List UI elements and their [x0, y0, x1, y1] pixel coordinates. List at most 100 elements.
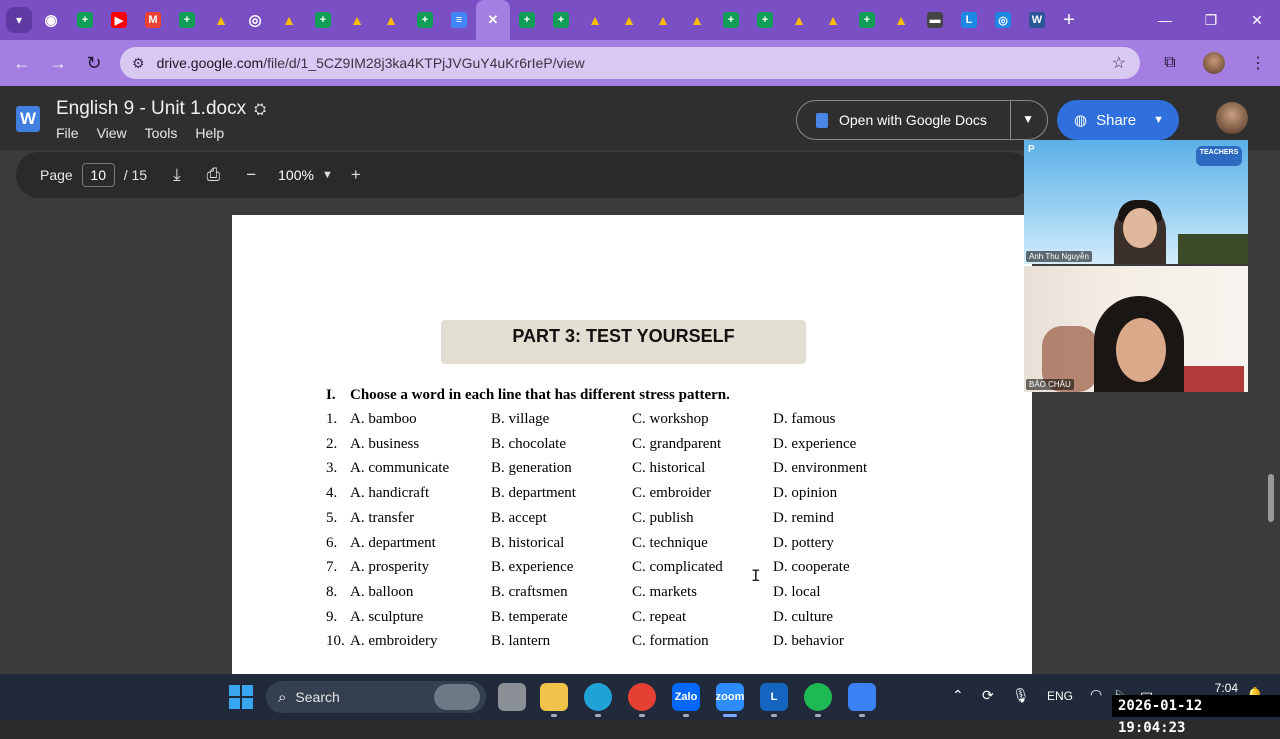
zoom-out-icon[interactable]: −	[246, 165, 256, 185]
browser-tab[interactable]: ▲	[374, 0, 408, 40]
window-close-icon[interactable]: ✕	[1234, 0, 1280, 40]
sheets-icon: +	[519, 12, 535, 28]
restore-icon[interactable]: ❐	[1188, 0, 1234, 40]
browser-tab[interactable]: ▲	[680, 0, 714, 40]
forward-icon[interactable]: →	[40, 45, 76, 81]
browser-tab[interactable]: +	[748, 0, 782, 40]
menu-help[interactable]: Help	[195, 125, 224, 141]
browser-tab[interactable]: ▲	[340, 0, 374, 40]
tab-strip: ▾ ◉ + ▶ M + ▲ ◎ ▲ + ▲ ▲ + ≡ ✕ + + ▲ ▲ ▲ ▲ + + ▲ ▲ + ▲ ▬ L ◎ W + — ❐ ✕	[0, 0, 1280, 40]
browser-tab[interactable]: M	[136, 0, 170, 40]
answer-option: A. business	[350, 435, 420, 452]
browser-tab[interactable]: +	[510, 0, 544, 40]
page-label: Page	[40, 167, 73, 183]
menu-kebab-icon[interactable]: ⋮	[1236, 53, 1280, 73]
browser-tab[interactable]: +	[714, 0, 748, 40]
browser-tab[interactable]: L	[952, 0, 986, 40]
bookmark-star-icon[interactable]: ☆	[1112, 53, 1126, 73]
open-with-dropdown-icon[interactable]: ▼	[1022, 112, 1034, 126]
slides-icon: ▬	[927, 12, 943, 28]
edge-icon[interactable]	[584, 683, 612, 711]
print-icon[interactable]: ⎙	[207, 165, 221, 185]
windows-start-icon[interactable]	[229, 685, 253, 709]
browser-tab[interactable]: ◉	[34, 0, 68, 40]
sheets-icon: +	[859, 12, 875, 28]
browser-tab[interactable]: +	[408, 0, 442, 40]
shared-drive-icon: ⛭	[254, 101, 267, 118]
answer-option: D. famous	[773, 411, 836, 427]
browser-tab[interactable]: ▲	[782, 0, 816, 40]
scrollbar-thumb[interactable]	[1268, 474, 1274, 522]
minimize-icon[interactable]: —	[1142, 0, 1188, 40]
browser-tab[interactable]: ▲	[646, 0, 680, 40]
browser-tab[interactable]: ◎	[986, 0, 1020, 40]
l-app-icon[interactable]: L	[760, 683, 788, 711]
zoom-level[interactable]: 100%	[278, 167, 314, 183]
download-icon[interactable]: ⤓	[173, 165, 181, 185]
tab-search-icon[interactable]: ▾	[6, 7, 32, 33]
answer-option: B. craftsmen	[491, 583, 568, 600]
answer-option: B. experience	[491, 559, 574, 576]
browser-tab[interactable]: +	[850, 0, 884, 40]
language-indicator[interactable]: ENG	[1047, 689, 1073, 703]
browser-tab[interactable]: ▲	[204, 0, 238, 40]
wifi-icon[interactable]: ◠	[1090, 686, 1102, 703]
open-with-button[interactable]: Open with Google Docs ▼	[796, 100, 1048, 140]
browser-tab[interactable]: ▲	[612, 0, 646, 40]
browser-tab[interactable]: ▬	[918, 0, 952, 40]
document-page: PART 3: TEST YOURSELF I. Choose a word in…	[232, 215, 1032, 674]
toolbar-right: ⧉ ⋮	[1148, 40, 1280, 86]
back-icon[interactable]: ←	[4, 45, 40, 81]
taskview-icon[interactable]	[498, 683, 526, 711]
zoom-icon[interactable]: zoom	[716, 683, 744, 711]
chrome-icon[interactable]	[628, 683, 656, 711]
zalo-icon[interactable]: Zalo	[672, 683, 700, 711]
drive-icon: ▲	[588, 12, 602, 28]
browser-tab[interactable]: +	[306, 0, 340, 40]
browser-tab[interactable]: ≡	[442, 0, 476, 40]
page-number-input[interactable]: 10	[81, 163, 115, 187]
browser-tab[interactable]: ▲	[816, 0, 850, 40]
toolbar: ← → ↻ ⚙ drive.google.com/file/d/1_5CZ9IM…	[0, 40, 1280, 86]
browser-tab[interactable]: +	[544, 0, 578, 40]
drive-icon: ▲	[214, 12, 228, 28]
zoom-dropdown-icon[interactable]: ▼	[322, 169, 333, 181]
browser-tab[interactable]: +	[170, 0, 204, 40]
l-icon: L	[961, 12, 977, 28]
browser-tab[interactable]: ▲	[578, 0, 612, 40]
store-icon[interactable]	[848, 683, 876, 711]
browser-tab[interactable]: ▲	[272, 0, 306, 40]
browser-tab[interactable]: ◎	[238, 0, 272, 40]
browser-tab[interactable]: ✕	[476, 0, 510, 40]
gmail-icon: M	[145, 12, 161, 28]
browser-tab[interactable]: +	[68, 0, 102, 40]
extensions-icon[interactable]: ⧉	[1148, 54, 1192, 72]
sheets-icon: +	[553, 12, 569, 28]
page-toolbar: Page 10 / 15 ⤓ ⎙ − 100% ▼ +	[16, 152, 1032, 198]
share-button[interactable]: ◍ Share ▼	[1057, 100, 1179, 140]
browser-tab[interactable]: ▶	[102, 0, 136, 40]
browser-tab[interactable]: W	[1020, 0, 1054, 40]
file-explorer-icon[interactable]	[540, 683, 568, 711]
sync-icon[interactable]: ⟳	[982, 687, 994, 704]
tray-overflow-icon[interactable]: ⌃	[952, 687, 964, 704]
answer-option: C. formation	[632, 633, 709, 650]
profile-avatar[interactable]	[1192, 52, 1236, 74]
word-file-icon: W	[16, 106, 40, 132]
answer-option: D. pottery	[773, 534, 834, 551]
address-bar[interactable]: ⚙ drive.google.com/file/d/1_5CZ9IM28j3ka…	[120, 47, 1140, 79]
menu-view[interactable]: View	[97, 125, 127, 141]
menu-tools[interactable]: Tools	[145, 125, 178, 141]
taskbar-search[interactable]: ⌕ Search	[266, 681, 486, 713]
mic-icon[interactable]: 🎙	[1012, 687, 1030, 704]
account-avatar[interactable]	[1216, 102, 1248, 134]
new-tab-button[interactable]: +	[1054, 0, 1084, 40]
browser-tab[interactable]: ▲	[884, 0, 918, 40]
share-dropdown-icon[interactable]: ▼	[1153, 114, 1164, 126]
menu-file[interactable]: File	[56, 125, 79, 141]
reload-icon[interactable]: ↻	[76, 45, 112, 81]
site-info-icon[interactable]: ⚙	[132, 55, 145, 72]
teachers-logo: TEACHERS	[1196, 146, 1242, 166]
zoom-in-icon[interactable]: +	[351, 165, 361, 185]
spotify-icon[interactable]	[804, 683, 832, 711]
